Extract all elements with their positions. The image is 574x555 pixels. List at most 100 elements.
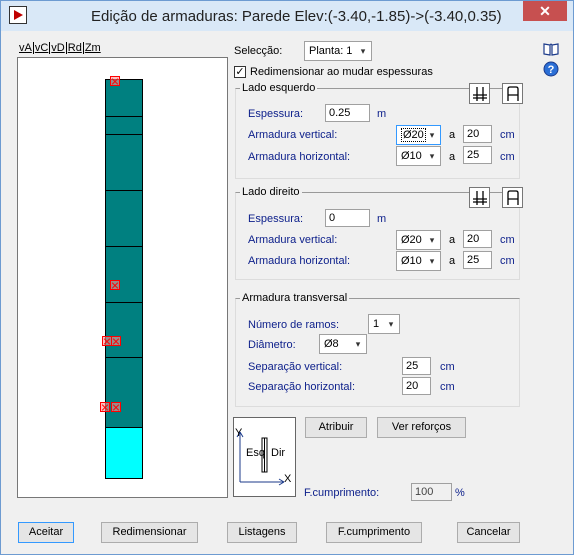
length-factor-button[interactable]: F.cumprimento xyxy=(326,522,422,543)
right-vertical-label: Armadura vertical: xyxy=(248,234,338,246)
vertical-separation-unit: cm xyxy=(440,361,455,373)
resize-checkbox-label: Redimensionar ao mudar espessuras xyxy=(250,66,433,78)
left-vertical-diameter-value: Ø20 xyxy=(401,128,426,142)
diameter-select[interactable]: Ø8 ▾ xyxy=(319,334,367,354)
chevron-down-icon: ▾ xyxy=(429,151,435,161)
close-button[interactable]: ✕ xyxy=(523,1,567,21)
listings-button[interactable]: Listagens xyxy=(227,522,297,543)
wall-body xyxy=(106,80,142,427)
branches-label: Número de ramos: xyxy=(248,319,340,331)
vertical-separation-input[interactable]: 25 xyxy=(402,357,431,375)
window-title: Edição de armaduras: Parede Elev:(-3.40,… xyxy=(91,8,502,25)
left-horizontal-diameter-select[interactable]: Ø10 ▾ xyxy=(396,146,441,166)
length-factor-unit: % xyxy=(455,487,465,499)
wall-preview-panel[interactable] xyxy=(17,57,228,498)
wall-bottom-segment xyxy=(106,427,142,478)
diagram-y-label: Y xyxy=(235,427,243,439)
chevron-down-icon: ▾ xyxy=(360,46,366,56)
left-horizontal-unit: cm xyxy=(500,151,515,163)
view-tab-vd[interactable]: vD xyxy=(50,42,67,54)
chevron-down-icon: ▾ xyxy=(429,235,435,245)
diameter-value: Ø8 xyxy=(324,338,339,350)
right-thickness-unit: m xyxy=(377,213,387,225)
left-vertical-spacing-input[interactable]: 20 xyxy=(463,125,492,143)
right-horizontal-diameter-select[interactable]: Ø10 ▾ xyxy=(396,251,441,271)
right-horizontal-a: a xyxy=(449,255,456,267)
right-thickness-input[interactable]: 0 xyxy=(325,209,370,227)
chevron-down-icon: ▾ xyxy=(388,319,394,329)
left-vertical-diameter-select[interactable]: Ø20 ▾ xyxy=(396,125,441,145)
diagram-x-label: X xyxy=(284,473,292,485)
rebar-layout-a-icon[interactable] xyxy=(469,187,490,208)
branches-value: 1 xyxy=(373,318,380,330)
reinforcement-mark[interactable] xyxy=(111,336,121,346)
selection-value: Planta: 1 xyxy=(309,45,353,57)
book-icon[interactable] xyxy=(543,41,559,57)
left-vertical-unit: cm xyxy=(500,129,515,141)
wall-division xyxy=(106,134,142,135)
left-thickness-input[interactable]: 0.25 xyxy=(325,104,370,122)
wall-division xyxy=(106,116,142,117)
left-thickness-unit: m xyxy=(377,108,387,120)
transversal-title: Armadura transversal xyxy=(240,291,350,305)
reinforcement-mark[interactable] xyxy=(111,402,121,412)
view-tab-va[interactable]: vA xyxy=(18,42,34,54)
selection-label: Selecção: xyxy=(234,45,283,57)
edit-reinforcement-dialog: Edição de armaduras: Parede Elev:(-3.40,… xyxy=(0,0,574,555)
reinforcement-mark[interactable] xyxy=(110,280,120,290)
left-horizontal-spacing-input[interactable]: 25 xyxy=(463,146,492,164)
svg-text:?: ? xyxy=(548,64,555,76)
right-vertical-unit: cm xyxy=(500,234,515,246)
view-tabs: vA vC vD Rd Zm xyxy=(18,42,102,56)
right-horizontal-label: Armadura horizontal: xyxy=(248,255,351,267)
rebar-layout-b-icon[interactable] xyxy=(502,187,523,208)
resize-checkbox[interactable]: ✓ xyxy=(234,66,246,78)
left-horizontal-diameter-value: Ø10 xyxy=(401,150,422,162)
view-tab-vc[interactable]: vC xyxy=(34,42,51,54)
orientation-diagram: Y X Esq Dir xyxy=(233,417,296,497)
diagram-left-label: Esq xyxy=(246,447,265,459)
cancel-button[interactable]: Cancelar xyxy=(457,522,520,543)
diameter-label: Diâmetro: xyxy=(248,339,296,351)
assign-button[interactable]: Atribuir xyxy=(305,417,367,438)
reinforcement-mark[interactable] xyxy=(110,76,120,86)
right-horizontal-unit: cm xyxy=(500,255,515,267)
help-icon[interactable]: ? xyxy=(543,61,559,77)
wall-elevation[interactable] xyxy=(105,79,143,479)
chevron-down-icon: ▾ xyxy=(429,256,435,266)
play-icon[interactable] xyxy=(9,6,27,24)
branches-select[interactable]: 1 ▾ xyxy=(368,314,400,334)
view-tab-zm[interactable]: Zm xyxy=(84,42,102,54)
length-factor-input[interactable]: 100 xyxy=(411,483,452,501)
length-factor-label: F.cumprimento: xyxy=(304,487,380,499)
view-tab-rd[interactable]: Rd xyxy=(67,42,84,54)
right-thickness-label: Espessura: xyxy=(248,213,304,225)
wall-division xyxy=(106,246,142,247)
horizontal-separation-unit: cm xyxy=(440,381,455,393)
resize-button[interactable]: Redimensionar xyxy=(101,522,198,543)
title-bar: Edição de armaduras: Parede Elev:(-3.40,… xyxy=(1,1,573,31)
vertical-separation-label: Separação vertical: xyxy=(248,361,343,373)
horizontal-separation-input[interactable]: 20 xyxy=(402,377,431,395)
view-reinforcements-button[interactable]: Ver reforços xyxy=(377,417,466,438)
right-vertical-diameter-value: Ø20 xyxy=(401,234,422,246)
left-thickness-label: Espessura: xyxy=(248,108,304,120)
selection-select[interactable]: Planta: 1 ▾ xyxy=(304,41,372,61)
chevron-down-icon: ▾ xyxy=(355,339,361,349)
rebar-layout-a-icon[interactable] xyxy=(469,83,490,104)
chevron-down-icon: ▾ xyxy=(429,130,435,140)
left-vertical-a: a xyxy=(449,129,456,141)
right-horizontal-spacing-input[interactable]: 25 xyxy=(463,251,492,269)
right-vertical-diameter-select[interactable]: Ø20 ▾ xyxy=(396,230,441,250)
left-side-title: Lado esquerdo xyxy=(240,81,318,95)
left-horizontal-a: a xyxy=(449,151,456,163)
left-horizontal-label: Armadura horizontal: xyxy=(248,151,351,163)
right-horizontal-diameter-value: Ø10 xyxy=(401,255,422,267)
reinforcement-mark[interactable] xyxy=(100,402,110,412)
wall-division xyxy=(106,190,142,191)
accept-button[interactable]: Aceitar xyxy=(18,522,74,543)
horizontal-separation-label: Separação horizontal: xyxy=(248,381,356,393)
rebar-layout-b-icon[interactable] xyxy=(502,83,523,104)
wall-division xyxy=(106,357,142,358)
right-vertical-spacing-input[interactable]: 20 xyxy=(463,230,492,248)
